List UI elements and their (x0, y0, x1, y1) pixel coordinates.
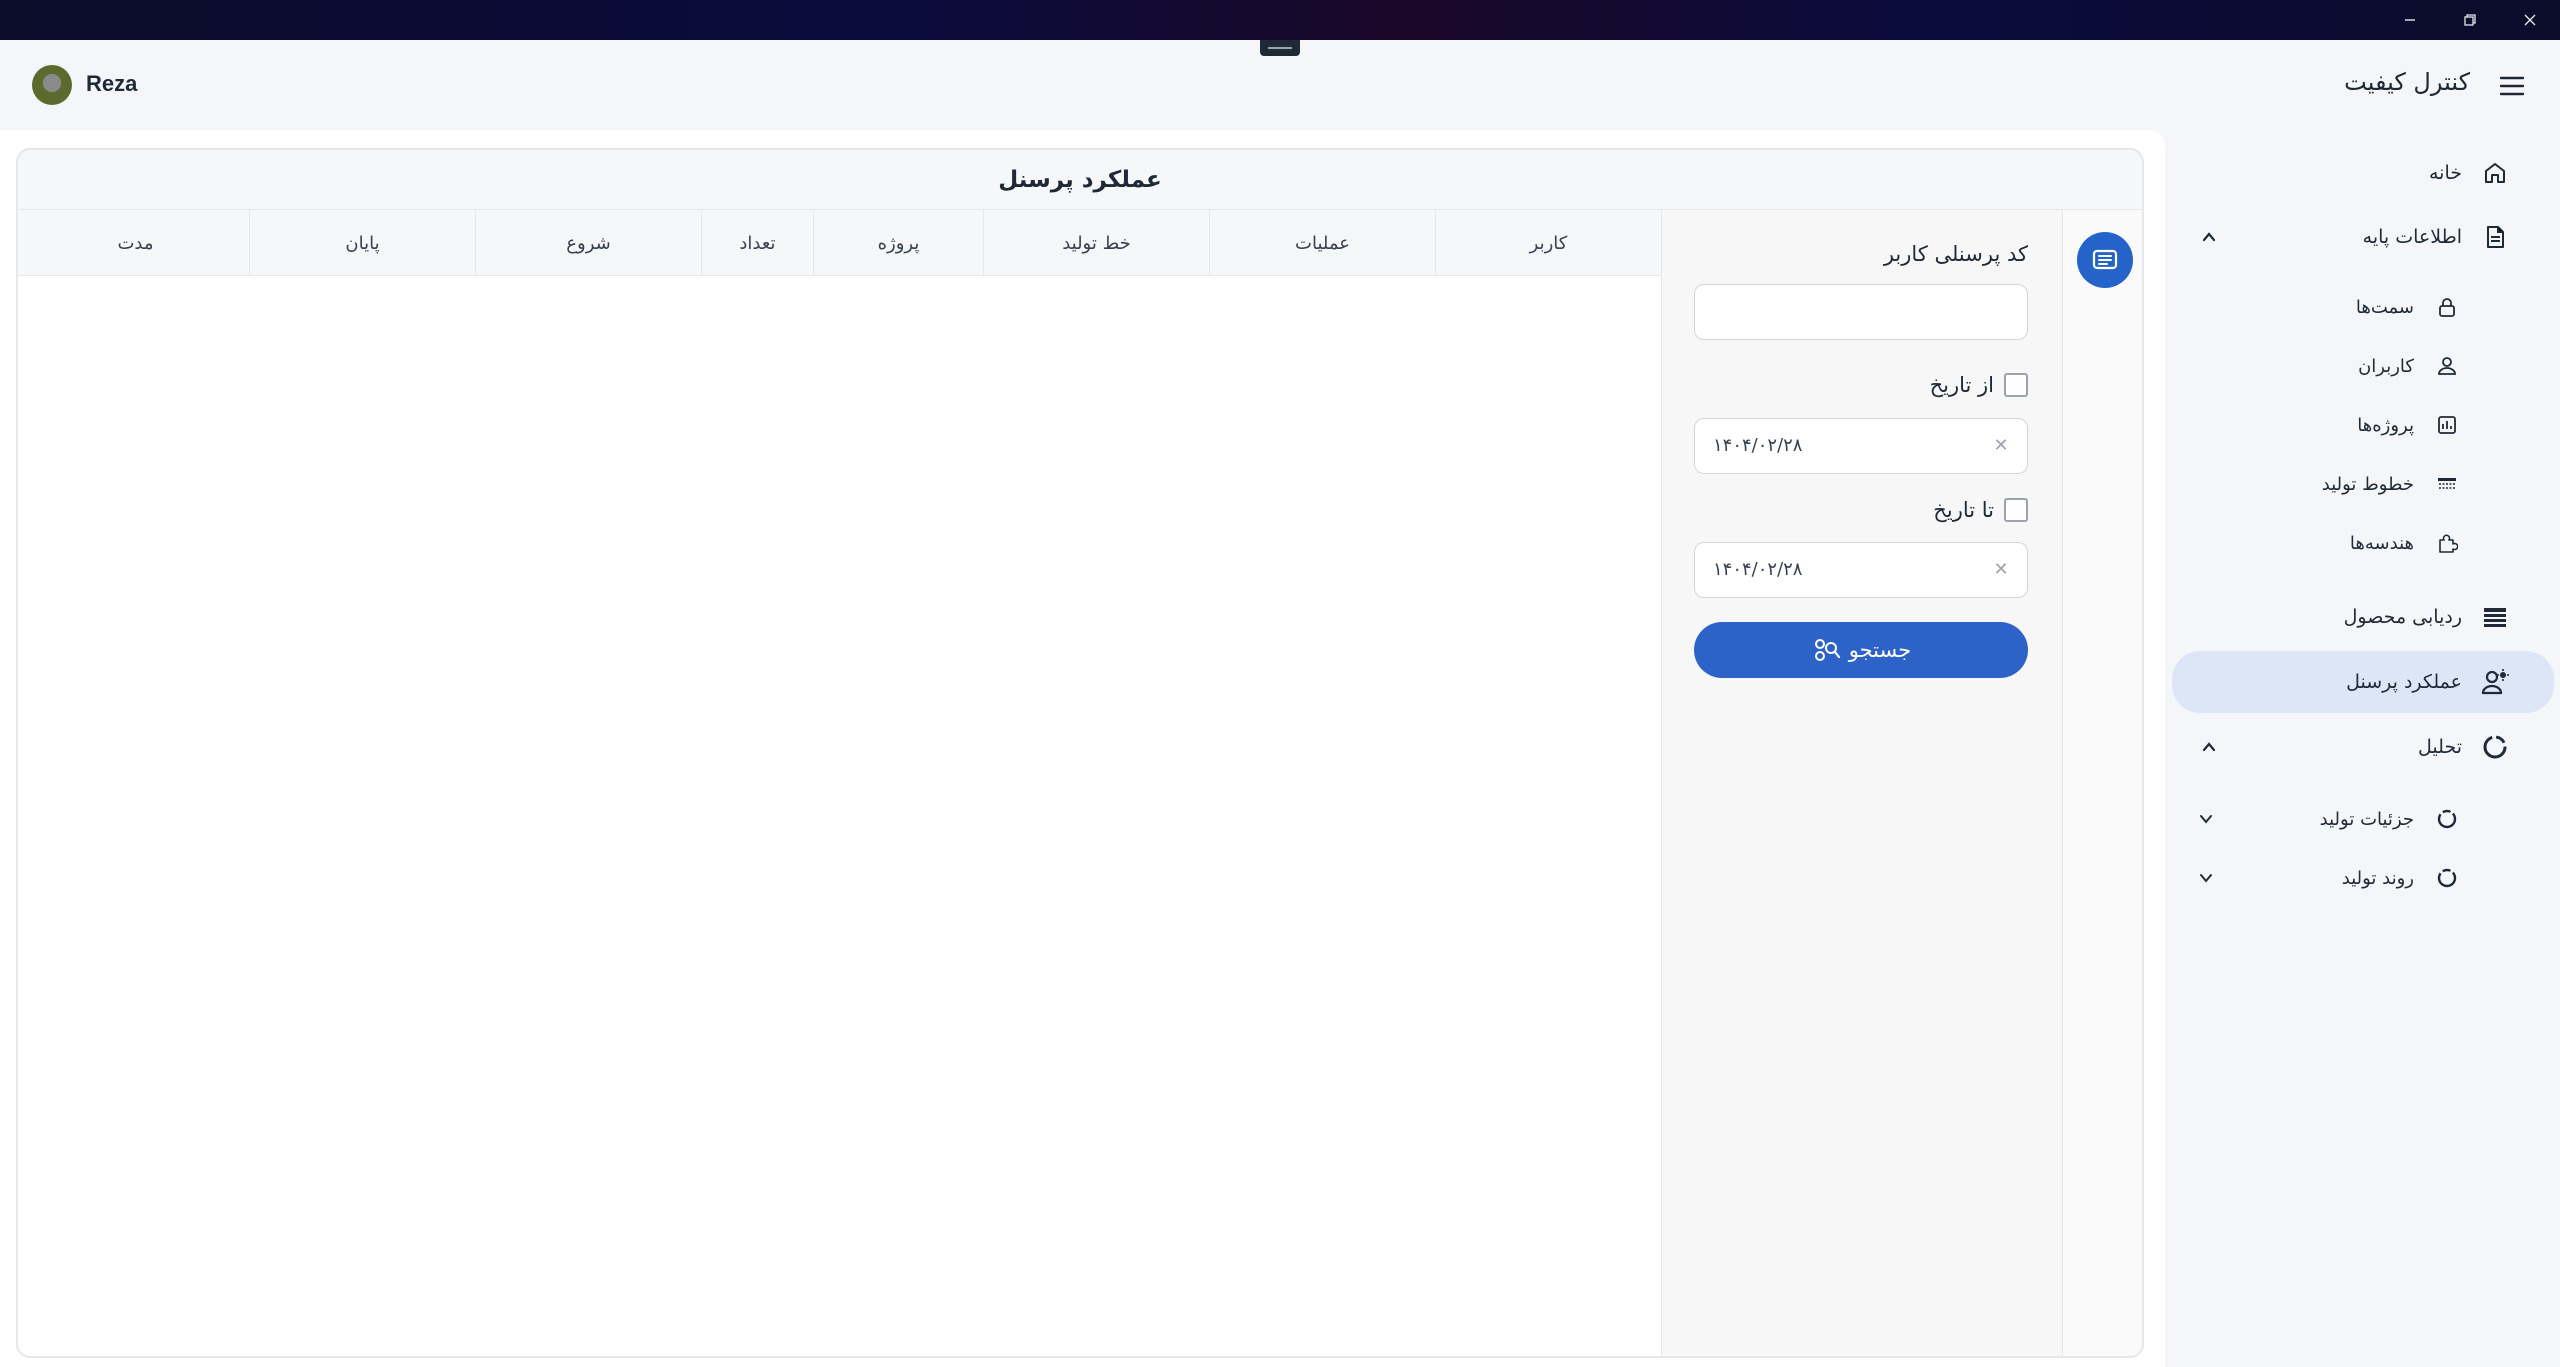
sidebar-item-production-details[interactable]: جزئیات تولید (2165, 788, 2560, 850)
lock-icon (2434, 294, 2460, 320)
clear-icon[interactable]: ✕ (1991, 560, 2011, 580)
sidebar-item-label: روند تولید (2341, 867, 2414, 889)
from-date-label: از تاریخ (1929, 373, 1994, 397)
sidebar-item-geometries[interactable]: هندسه‌ها (2165, 512, 2560, 574)
main-panel: عملکرد پرسنل کد پرسنلی کاربر از تاریخ ۱۴… (0, 130, 2165, 1367)
sidebar-item-label: جزئیات تولید (2319, 808, 2414, 830)
clear-icon[interactable]: ✕ (1991, 436, 2011, 456)
avatar[interactable] (32, 65, 72, 105)
filter-list-icon (2092, 249, 2118, 270)
to-date-input[interactable]: ۱۴۰۴/۰۲/۲۸ ✕ (1694, 542, 2028, 598)
search-button[interactable]: جستجو (1694, 622, 2028, 678)
from-date-value: ۱۴۰۴/۰۲/۲۸ (1713, 435, 1803, 456)
chevron-down-icon[interactable] (2192, 864, 2220, 892)
to-date-row: تا تاریخ (1933, 498, 2028, 522)
sidebar-item-label: ردیابی محصول (2343, 606, 2462, 628)
restore-icon[interactable] (2440, 0, 2500, 40)
bar-chart-icon (2434, 412, 2460, 438)
sidebar-item-label: اطلاعات پایه (2362, 226, 2462, 248)
user-icon (2434, 353, 2460, 379)
minimize-icon[interactable] (2380, 0, 2440, 40)
column-header[interactable]: پایان (249, 210, 475, 276)
filter-toggle-column (2062, 210, 2142, 1356)
chevron-down-icon[interactable] (2192, 805, 2220, 833)
sidebar-item-label: خطوط تولید (2321, 473, 2414, 495)
column-header[interactable]: تعداد (701, 210, 813, 276)
close-icon[interactable] (2500, 0, 2560, 40)
sidebar-item-base-info[interactable]: اطلاعات پایه (2165, 206, 2560, 268)
sidebar-item-label: خانه (2428, 162, 2462, 184)
column-header[interactable]: پروژه (813, 210, 983, 276)
sidebar-item-label: هندسه‌ها (2349, 532, 2414, 554)
app-header: Reza کنترل کیفیت (0, 40, 2560, 130)
production-line-icon (2434, 471, 2460, 497)
sidebar-item-label: سمت‌ها (2355, 296, 2414, 318)
results-table: کاربر عملیات خط تولید پروژه تعداد شروع پایان مد… (18, 210, 1661, 1356)
search-users-icon (1814, 639, 1840, 661)
content-card: عملکرد پرسنل کد پرسنلی کاربر از تاریخ ۱۴… (16, 148, 2144, 1358)
column-header[interactable]: عملیات (1209, 210, 1435, 276)
window-titlebar (0, 0, 2560, 40)
column-header[interactable]: مدت (22, 210, 249, 276)
sidebar-item-analysis[interactable]: تحلیل (2165, 716, 2560, 778)
user-code-label: کد پرسنلی کاربر (1883, 242, 2028, 266)
circle-icon (2434, 865, 2460, 891)
sidebar-item-users[interactable]: کاربران (2165, 335, 2560, 397)
chevron-up-icon[interactable] (2195, 733, 2223, 761)
user-code-input[interactable] (1694, 284, 2028, 340)
sidebar-item-production-lines[interactable]: خطوط تولید (2165, 453, 2560, 515)
document-icon (2480, 222, 2510, 252)
home-icon (2480, 158, 2510, 188)
page-title: عملکرد پرسنل (998, 166, 1162, 193)
sidebar-item-label: عملکرد پرسنل (2346, 671, 2462, 693)
from-date-input[interactable]: ۱۴۰۴/۰۲/۲۸ ✕ (1694, 418, 2028, 474)
from-date-checkbox[interactable] (2004, 373, 2028, 397)
filter-toggle-button[interactable] (2077, 232, 2133, 288)
sidebar-item-label: کاربران (2358, 355, 2414, 377)
username: Reza (86, 71, 138, 96)
card-header: عملکرد پرسنل (18, 150, 2142, 210)
to-date-value: ۱۴۰۴/۰۲/۲۸ (1713, 559, 1803, 580)
sidebar-item-product-tracking[interactable]: ردیابی محصول (2165, 586, 2560, 648)
hamburger-menu-icon[interactable] (2494, 68, 2530, 104)
filter-panel: کد پرسنلی کاربر از تاریخ ۱۴۰۴/۰۲/۲۸ ✕ تا… (1661, 210, 2062, 1356)
sidebar: خانه اطلاعات پایه سمت‌ها کاربران پروژه‌ه… (2165, 130, 2560, 1367)
to-date-checkbox[interactable] (2004, 498, 2028, 522)
column-header[interactable]: کاربر (1435, 210, 1661, 276)
column-header[interactable]: خط تولید (983, 210, 1209, 276)
sidebar-item-home[interactable]: خانه (2165, 142, 2560, 204)
column-header[interactable]: شروع (475, 210, 701, 276)
user-settings-icon (2480, 667, 2510, 697)
circle-icon (2434, 806, 2460, 832)
app-title: کنترل کیفیت (2344, 68, 2470, 96)
chevron-up-icon[interactable] (2195, 223, 2223, 251)
table-header: کاربر عملیات خط تولید پروژه تعداد شروع پایان مد… (18, 210, 1661, 276)
to-date-label: تا تاریخ (1933, 498, 1994, 522)
sidebar-item-roles[interactable]: سمت‌ها (2165, 276, 2560, 338)
sidebar-item-projects[interactable]: پروژه‌ها (2165, 394, 2560, 456)
donut-icon (2480, 732, 2510, 762)
search-button-label: جستجو (1848, 638, 1912, 662)
sidebar-item-personnel-performance[interactable]: عملکرد پرسنل (2172, 651, 2554, 713)
from-date-row: از تاریخ (1930, 373, 2028, 397)
sidebar-item-label: پروژه‌ها (2357, 414, 2414, 436)
list-icon (2480, 602, 2510, 632)
card-body: کد پرسنلی کاربر از تاریخ ۱۴۰۴/۰۲/۲۸ ✕ تا… (18, 210, 2142, 1356)
puzzle-icon (2434, 530, 2460, 556)
sidebar-item-production-trend[interactable]: روند تولید (2165, 847, 2560, 909)
sidebar-item-label: تحلیل (2418, 736, 2462, 758)
